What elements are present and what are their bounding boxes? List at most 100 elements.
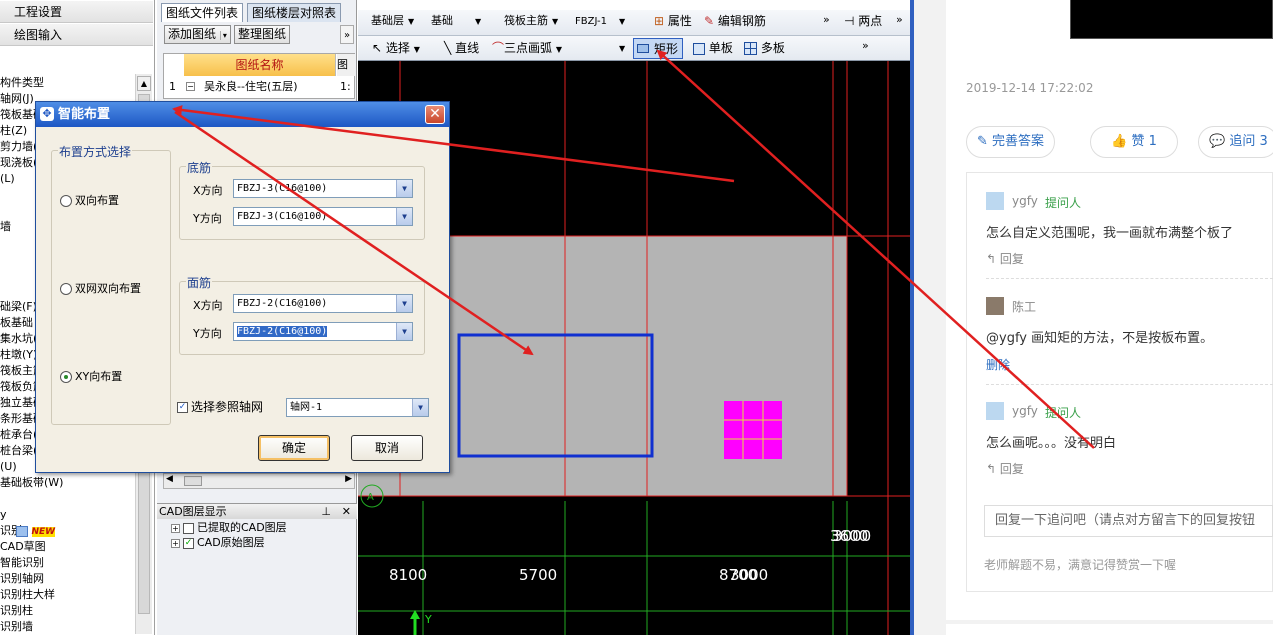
menu-project-settings[interactable]: 工程设置 — [0, 1, 153, 23]
chevron-down-icon[interactable]: ▾ — [219, 31, 227, 40]
chevron-down-icon: ▼ — [396, 323, 412, 340]
drawing-name: 吴永良--住宅(五层) — [204, 80, 298, 93]
layer-extracted[interactable]: + 已提取的CAD图层 — [171, 521, 287, 535]
next-card — [946, 624, 1273, 635]
close-icon[interactable]: ✕ — [342, 504, 351, 519]
scroll-up-icon[interactable]: ▲ — [137, 76, 151, 91]
table-h-scrollbar[interactable]: ◀ ▶ — [163, 473, 355, 489]
tree-item[interactable]: 柱(Z) — [0, 123, 27, 139]
checkbox-unchecked[interactable] — [183, 522, 194, 534]
scroll-left-icon[interactable]: ◀ — [166, 474, 173, 484]
new-badge: NEW — [16, 523, 56, 540]
rect-button[interactable]: 矩形 — [633, 38, 683, 59]
dialog-titlebar[interactable]: 智能布置 — [36, 102, 449, 127]
tree-item[interactable]: 础梁(F) — [0, 299, 37, 315]
radio-xy[interactable]: XY向布置 — [60, 370, 122, 384]
chevron-down-icon: ▼ — [555, 45, 563, 54]
comment-author[interactable]: 陈工 — [1012, 298, 1036, 315]
answer-timestamp: 2019-12-14 17:22:02 — [966, 81, 1094, 95]
table-row[interactable]: 1 − 吴永良--住宅(五层) 1: — [164, 77, 354, 97]
tree-item[interactable]: 识别轴网 — [0, 571, 44, 587]
chevron-down-icon: ▼ — [552, 17, 559, 26]
menu-drawing-input[interactable]: 绘图输入 — [0, 24, 153, 46]
floor-dropdown[interactable]: 基础层 ▼ — [368, 12, 430, 30]
scroll-thumb[interactable] — [184, 476, 202, 486]
expand-icon[interactable]: + — [171, 523, 180, 533]
column-header-name[interactable]: 图纸名称 — [184, 54, 336, 76]
tree-item[interactable]: 基础板带(W) — [0, 475, 63, 491]
more-icon[interactable]: » — [862, 36, 869, 56]
reply-input[interactable]: 回复一下追问吧（请点对方留言下的回复按钮 — [984, 505, 1273, 537]
radio-double-net[interactable]: 双网双向布置 — [60, 282, 141, 296]
followup-button[interactable]: 💬 追问 3 — [1198, 126, 1273, 158]
tree-item[interactable]: 识别墙 — [0, 619, 33, 635]
comment-author[interactable]: ygfy — [1012, 404, 1038, 418]
select-button[interactable]: ↖ 选择 ▼ — [372, 38, 420, 60]
select-value: FBZJ-2(C16@100) — [237, 298, 328, 309]
expand-icon[interactable]: + — [171, 538, 180, 548]
tree-item[interactable]: 识别柱 — [0, 603, 33, 619]
reply-link[interactable]: ↰ 回复 — [986, 460, 1024, 477]
tree-item[interactable]: 识别柱大样 — [0, 587, 55, 603]
two-point-button[interactable]: ⊣ 两点 — [844, 11, 882, 31]
multi-slab-button[interactable]: 多板 — [744, 38, 785, 58]
cancel-button[interactable]: 取消 — [351, 435, 423, 461]
avatar[interactable] — [986, 192, 1004, 210]
tree-item[interactable]: 柱墩(Y) — [0, 347, 37, 363]
shape-dropdown[interactable]: ▼ — [576, 39, 630, 57]
improve-answer-button[interactable]: ✎ 完善答案 — [966, 126, 1056, 158]
organize-drawing-button[interactable]: 整理图纸 — [234, 25, 291, 44]
radio-label: XY向布置 — [75, 370, 123, 383]
layer-original[interactable]: + ✓ CAD原始图层 — [171, 536, 265, 550]
collapse-icon[interactable]: − — [186, 82, 195, 91]
type-dropdown[interactable]: 筏板主筋 ▼ — [501, 12, 571, 30]
top-y-select[interactable]: FBZJ-2(C16@100) ▼ — [233, 322, 413, 341]
tree-item[interactable]: (U) — [0, 459, 17, 475]
reply-link[interactable]: ↰ 回复 — [986, 250, 1024, 267]
item-dropdown[interactable]: FBZJ-1 ▼ — [572, 12, 642, 30]
arc-button[interactable]: ⌒三点画弧 ▼ — [492, 38, 562, 60]
scroll-right-icon[interactable]: ▶ — [345, 474, 352, 484]
checkbox-checked[interactable]: ✓ — [183, 537, 194, 549]
tree-item[interactable]: 构件类型 — [0, 75, 44, 91]
like-button[interactable]: 👍 赞 1 — [1090, 126, 1178, 158]
line-button[interactable]: ╲ 直线 — [444, 38, 479, 58]
answer-screenshot-thumb[interactable] — [1070, 0, 1273, 39]
avatar[interactable] — [986, 297, 1004, 315]
ref-axis-select[interactable]: 轴网-1 ▼ — [286, 398, 429, 417]
draw-toolbar: ↖ 选择 ▼ ╲ 直线 ⌒三点画弧 ▼ ▼ 矩形 单板 多板 » — [358, 36, 910, 61]
category-dropdown[interactable]: 基础 ▼ — [428, 12, 498, 30]
ref-axis-checkbox[interactable]: ✓ 选择参照轴网 — [177, 400, 263, 414]
tab-floor-mapping[interactable]: 图纸楼层对照表 — [247, 3, 342, 22]
ok-button[interactable]: 确定 — [258, 435, 330, 461]
bottom-y-select[interactable]: FBZJ-3(C16@100) ▼ — [233, 207, 413, 226]
dim-label: 5700 — [519, 566, 557, 584]
radio-bidirectional[interactable]: 双向布置 — [60, 194, 119, 208]
avatar[interactable] — [986, 402, 1004, 420]
close-button[interactable]: ✕ — [425, 105, 445, 124]
single-slab-button[interactable]: 单板 — [693, 38, 733, 58]
more-icon[interactable]: » — [896, 10, 903, 30]
layout-mode-group: 布置方式选择 双向布置 双网双向布置 XY向布置 — [51, 143, 171, 425]
comment-author[interactable]: ygfy — [1012, 194, 1038, 208]
column-cluster — [724, 401, 782, 459]
edit-rebar-button[interactable]: ✎ 编辑钢筋 — [704, 11, 766, 31]
tree-item[interactable]: y — [0, 507, 7, 523]
column-header-extra[interactable]: 图 — [337, 54, 355, 76]
top-x-select[interactable]: FBZJ-2(C16@100) ▼ — [233, 294, 413, 313]
tab-drawing-list[interactable]: 图纸文件列表 — [161, 3, 244, 22]
more-icon[interactable]: » — [823, 10, 830, 30]
tree-item[interactable]: CAD草图 — [0, 539, 46, 555]
tree-item[interactable]: 板基础 — [0, 315, 33, 331]
tree-item[interactable]: 智能识别 — [0, 555, 44, 571]
more-icon[interactable]: » — [340, 25, 354, 44]
properties-button[interactable]: ⊞ 属性 — [654, 11, 692, 31]
tree-item[interactable]: 墙 — [0, 219, 11, 235]
dropdown-value: 基础层 — [371, 14, 404, 27]
tree-item[interactable]: (L) — [0, 171, 15, 187]
add-drawing-button[interactable]: 添加图纸 ▾ — [164, 25, 231, 44]
delete-link[interactable]: 删除 — [986, 356, 1010, 373]
bottom-x-select[interactable]: FBZJ-3(C16@100) ▼ — [233, 179, 413, 198]
pin-icon[interactable]: ⊥ — [321, 504, 331, 519]
tree-item[interactable]: 轴网(J) — [0, 91, 34, 107]
